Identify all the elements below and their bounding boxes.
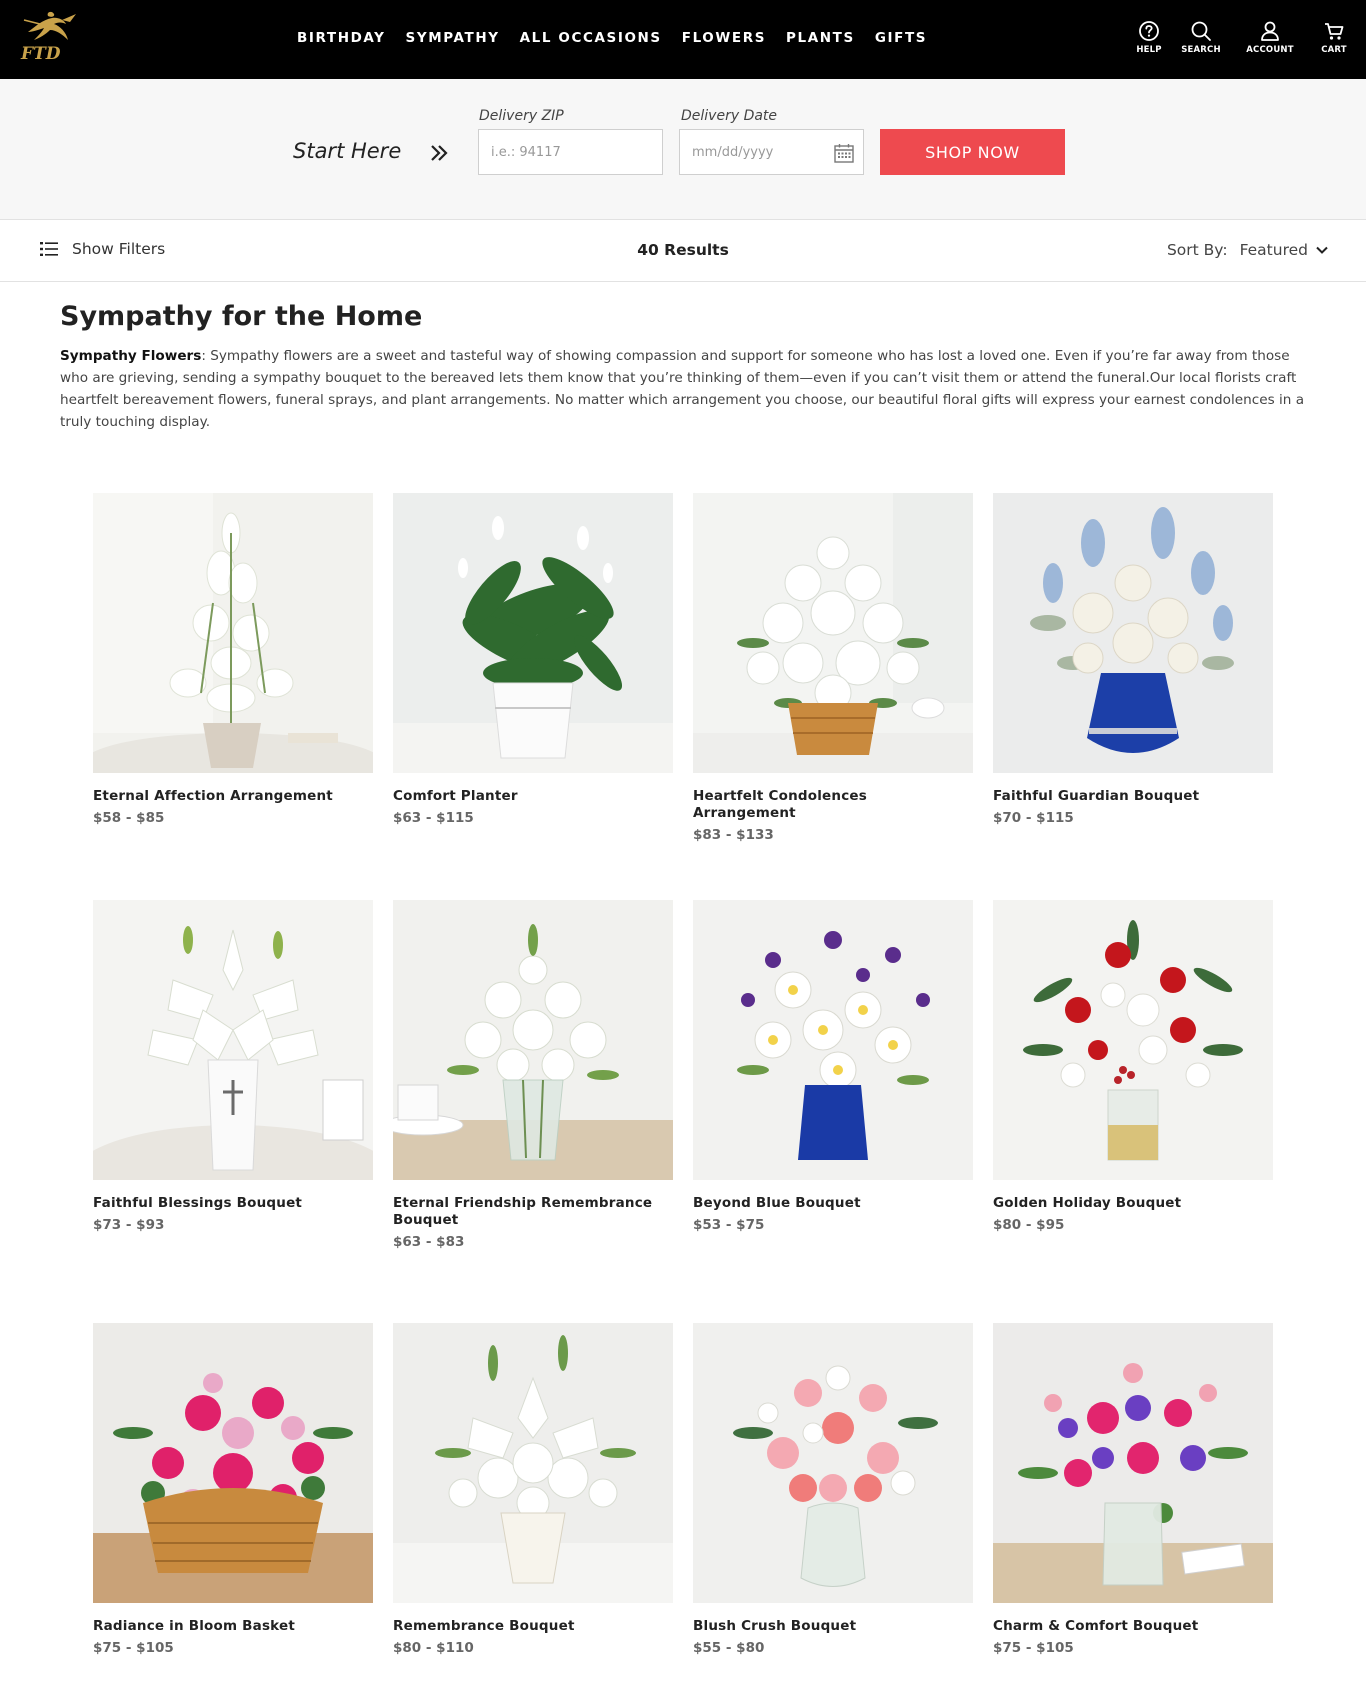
delivery-band: Start Here Delivery ZIP Delivery Date SH… (0, 79, 1366, 220)
product-name: Faithful Guardian Bouquet (993, 788, 1200, 804)
product-image (93, 900, 373, 1180)
nav-plants[interactable]: PLANTS (786, 30, 855, 46)
show-filters-label: Show Filters (72, 240, 166, 258)
product-price: $53 - $75 (693, 1217, 765, 1233)
product-image (393, 493, 673, 773)
top-header: FTD BIRTHDAY SYMPATHY ALL OCCASIONS FLOW… (0, 0, 1366, 79)
product-price: $58 - $85 (93, 810, 165, 826)
product-card[interactable]: Remembrance Bouquet $80 - $110 (393, 1323, 673, 1656)
product-card[interactable]: Faithful Guardian Bouquet $70 - $115 (993, 493, 1273, 826)
account-label: ACCOUNT (1246, 45, 1294, 55)
product-price: $73 - $93 (93, 1217, 165, 1233)
product-card[interactable]: Faithful Blessings Bouquet $73 - $93 (93, 900, 373, 1233)
date-label: Delivery Date (681, 108, 778, 124)
shop-now-button[interactable]: SHOP NOW (880, 129, 1065, 175)
nav-flowers[interactable]: FLOWERS (682, 30, 766, 46)
product-name: Heartfelt Condolences Arrangement (693, 788, 868, 821)
product-image (93, 493, 373, 773)
product-name: Faithful Blessings Bouquet (93, 1195, 303, 1211)
date-field (679, 129, 864, 175)
product-card[interactable]: Beyond Blue Bouquet $53 - $75 (693, 900, 973, 1233)
sort-value: Featured (1239, 241, 1308, 259)
nav-gifts[interactable]: GIFTS (875, 30, 927, 46)
product-name: Eternal Affection Arrangement (93, 788, 333, 804)
chevron-down-icon (1316, 246, 1328, 254)
sort-label: Sort By: (1166, 241, 1228, 259)
product-name: Golden Holiday Bouquet (993, 1195, 1182, 1211)
results-count: 40 Results (637, 241, 729, 259)
product-card[interactable]: Eternal Affection Arrangement $58 - $85 (93, 493, 373, 826)
account-button[interactable]: ACCOUNT (1238, 20, 1302, 55)
product-name: Radiance in Bloom Basket (93, 1618, 296, 1634)
category-description: Sympathy Flowers: Sympathy flowers are a… (60, 345, 1320, 433)
description-body: : Sympathy flowers are a sweet and taste… (60, 348, 1305, 430)
product-name: Comfort Planter (393, 788, 518, 804)
product-name: Charm & Comfort Bouquet (993, 1618, 1199, 1634)
product-image (993, 493, 1273, 773)
page-title: Sympathy for the Home (60, 301, 423, 332)
double-chevron-right-icon (431, 145, 448, 161)
zip-input[interactable] (479, 130, 662, 174)
sort-control: Sort By: Featured (1167, 241, 1328, 259)
product-price: $80 - $95 (993, 1217, 1065, 1233)
product-name: Eternal Friendship Remembrance Bouquet (393, 1195, 653, 1228)
help-label: HELP (1136, 45, 1162, 55)
product-card[interactable]: Heartfelt Condolences Arrangement $83 - … (693, 493, 973, 843)
filter-bar: Show Filters 40 Results Sort By: Feature… (0, 220, 1366, 282)
product-card[interactable]: Radiance in Bloom Basket $75 - $105 (93, 1323, 373, 1656)
product-card[interactable]: Charm & Comfort Bouquet $75 - $105 (993, 1323, 1273, 1656)
product-price: $63 - $115 (393, 810, 474, 826)
product-image (393, 900, 673, 1180)
product-image (693, 900, 973, 1180)
product-price: $63 - $83 (393, 1234, 465, 1250)
product-card[interactable]: Golden Holiday Bouquet $80 - $95 (993, 900, 1273, 1233)
cart-label: CART (1321, 45, 1347, 55)
nav-all-occasions[interactable]: ALL OCCASIONS (520, 30, 662, 46)
product-price: $70 - $115 (993, 810, 1074, 826)
product-image (993, 900, 1273, 1180)
product-price: $83 - $133 (693, 827, 774, 843)
main-nav: BIRTHDAY SYMPATHY ALL OCCASIONS FLOWERS … (297, 30, 947, 46)
product-name: Blush Crush Bouquet (693, 1618, 857, 1634)
zip-field (478, 129, 663, 175)
product-card[interactable]: Eternal Friendship Remembrance Bouquet $… (393, 900, 673, 1250)
logo-text: FTD (21, 44, 61, 64)
cart-button[interactable]: CART (1302, 20, 1366, 55)
product-image (993, 1323, 1273, 1603)
ftd-logo[interactable]: FTD (18, 10, 80, 66)
product-image (693, 493, 973, 773)
search-label: SEARCH (1181, 45, 1221, 55)
product-price: $75 - $105 (93, 1640, 174, 1656)
product-card[interactable]: Comfort Planter $63 - $115 (393, 493, 673, 826)
product-price: $80 - $110 (393, 1640, 474, 1656)
help-icon (1139, 21, 1159, 41)
nav-birthday[interactable]: BIRTHDAY (297, 30, 386, 46)
product-price: $55 - $80 (693, 1640, 765, 1656)
product-name: Remembrance Bouquet (393, 1618, 575, 1634)
nav-sympathy[interactable]: SYMPATHY (406, 30, 500, 46)
search-button[interactable]: SEARCH (1169, 20, 1233, 55)
search-icon (1191, 21, 1211, 41)
product-image (93, 1323, 373, 1603)
account-icon (1261, 21, 1279, 41)
product-image (693, 1323, 973, 1603)
sort-select[interactable]: Featured (1240, 241, 1328, 259)
product-name: Beyond Blue Bouquet (693, 1195, 861, 1211)
calendar-icon[interactable] (833, 142, 855, 164)
product-card[interactable]: Blush Crush Bouquet $55 - $80 (693, 1323, 973, 1656)
product-price: $75 - $105 (993, 1640, 1074, 1656)
product-image (393, 1323, 673, 1603)
show-filters-button[interactable]: Show Filters (40, 240, 165, 258)
list-filter-icon (40, 242, 58, 256)
zip-label: Delivery ZIP (479, 108, 564, 124)
start-here-label: Start Here (293, 139, 402, 163)
cart-icon (1325, 23, 1344, 40)
description-lead: Sympathy Flowers (60, 348, 202, 364)
